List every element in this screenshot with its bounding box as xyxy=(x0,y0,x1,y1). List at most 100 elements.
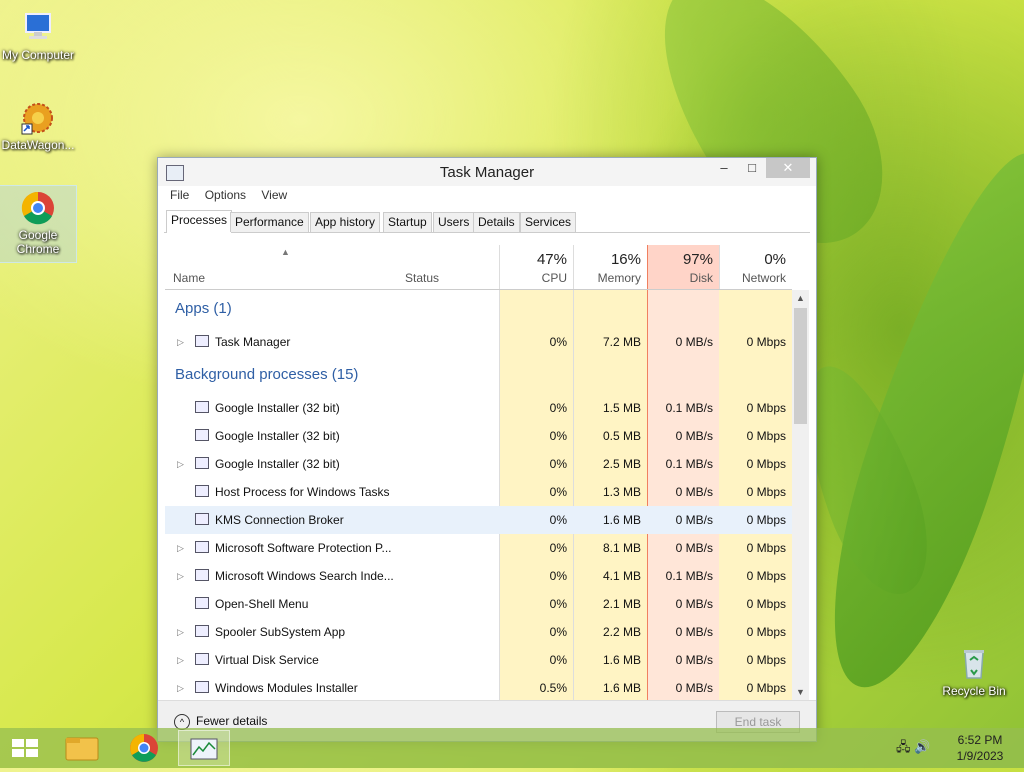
process-name: Google Installer (32 bit) xyxy=(215,457,340,471)
tab-startup[interactable]: Startup xyxy=(383,212,432,232)
chrome-icon xyxy=(20,190,56,226)
process-icon xyxy=(195,569,209,581)
cpu-percent: 47% xyxy=(536,251,567,268)
process-icon xyxy=(195,485,209,497)
column-name[interactable]: Name xyxy=(173,271,205,285)
cpu-label: CPU xyxy=(541,271,567,285)
tab-processes[interactable]: Processes xyxy=(166,210,233,233)
close-button[interactable]: ✕ xyxy=(766,158,810,178)
tab-app-history[interactable]: App history xyxy=(310,212,381,232)
scroll-up-icon[interactable]: ▲ xyxy=(792,290,809,306)
network-icon[interactable]: 🖧 xyxy=(896,739,911,754)
desktop-icon-label: My Computer xyxy=(1,48,75,62)
process-network-value: 0 Mbps xyxy=(746,401,786,415)
process-name: Spooler SubSystem App xyxy=(215,625,346,639)
expand-arrow-icon[interactable]: ▷ xyxy=(177,534,184,562)
tab-services[interactable]: Services xyxy=(520,212,577,232)
clock-date: 1/9/2023 xyxy=(956,749,1004,763)
column-memory[interactable]: 16% Memory xyxy=(573,245,647,289)
process-name: Open-Shell Menu xyxy=(215,597,309,611)
process-network-value: 0 Mbps xyxy=(746,597,786,611)
process-icon xyxy=(195,513,209,525)
process-icon xyxy=(195,457,209,469)
column-header: ▲ Name Status 47% CPU 16% Memory 97% Dis… xyxy=(165,245,792,290)
windows-logo-icon xyxy=(12,739,38,757)
title-bar[interactable]: Task Manager – □ ✕ xyxy=(158,158,816,186)
vertical-scrollbar[interactable]: ▲ ▼ xyxy=(792,290,809,700)
desktop-icon-label: DataWagon... xyxy=(1,138,75,152)
start-button[interactable] xyxy=(0,730,52,766)
process-icon xyxy=(195,681,209,693)
process-disk-value: 0 MB/s xyxy=(675,541,713,555)
process-memory-value: 1.5 MB xyxy=(602,401,641,415)
process-row[interactable]: Open-Shell Menu 0% 2.1 MB 0 MB/s 0 Mbps xyxy=(165,590,792,618)
process-cpu-value: 0% xyxy=(549,457,567,471)
disk-label: Disk xyxy=(689,271,713,285)
process-row[interactable]: ▷ Spooler SubSystem App 0% 2.2 MB 0 MB/s 0 Mb… xyxy=(165,618,792,646)
computer-icon xyxy=(20,10,56,46)
menu-options[interactable]: Options xyxy=(205,188,246,202)
process-network-value: 0 Mbps xyxy=(746,653,786,667)
process-row[interactable]: ▷ Task Manager 0% 7.2 MB 0 MB/s 0 Mbps xyxy=(165,328,792,356)
sort-arrow-icon: ▲ xyxy=(281,247,290,257)
process-disk-value: 0 MB/s xyxy=(675,429,713,443)
expand-arrow-icon[interactable]: ▷ xyxy=(177,618,184,646)
column-cpu[interactable]: 47% CPU xyxy=(499,245,573,289)
tab-details[interactable]: Details xyxy=(473,212,520,232)
task-manager-window: Task Manager – □ ✕ File Options View Pro… xyxy=(157,157,817,742)
process-name: Host Process for Windows Tasks xyxy=(215,485,390,499)
process-row[interactable]: ▷ Windows Modules Installer 0.5% 1.6 MB 0 MB… xyxy=(165,674,792,700)
process-row[interactable]: ▷ Microsoft Windows Search Inde... 0% 4.1 M… xyxy=(165,562,792,590)
process-memory-value: 1.3 MB xyxy=(602,485,641,499)
maximize-button[interactable]: □ xyxy=(738,158,766,178)
process-row[interactable]: Host Process for Windows Tasks 0% 1.3 MB 0 … xyxy=(165,478,792,506)
process-cpu-value: 0% xyxy=(549,597,567,611)
network-percent: 0% xyxy=(764,251,786,268)
process-cpu-value: 0% xyxy=(549,429,567,443)
process-disk-value: 0.1 MB/s xyxy=(665,569,713,583)
process-icon xyxy=(195,625,209,637)
column-status[interactable]: Status xyxy=(405,271,439,285)
expand-arrow-icon[interactable]: ▷ xyxy=(177,646,184,674)
desktop-icon-my-computer[interactable]: My Computer xyxy=(0,6,76,62)
process-memory-value: 1.6 MB xyxy=(602,513,641,527)
process-cpu-value: 0% xyxy=(549,485,567,499)
process-name: Virtual Disk Service xyxy=(215,653,319,667)
scroll-thumb[interactable] xyxy=(794,308,807,424)
volume-icon[interactable]: 🔊 xyxy=(914,739,930,754)
process-row[interactable]: KMS Connection Broker 0% 1.6 MB 0 MB/s 0 Mbp… xyxy=(165,506,792,534)
process-name: Windows Modules Installer xyxy=(215,681,358,695)
tab-users[interactable]: Users xyxy=(433,212,475,232)
desktop-icon-google-chrome[interactable]: Google Chrome xyxy=(0,185,77,263)
process-icon xyxy=(195,335,209,347)
minimize-button[interactable]: – xyxy=(710,158,738,178)
expand-arrow-icon[interactable]: ▷ xyxy=(177,674,184,700)
process-network-value: 0 Mbps xyxy=(746,569,786,583)
clock[interactable]: 6:52 PM 1/9/2023 xyxy=(950,732,1010,764)
taskbar-task-manager[interactable] xyxy=(178,730,230,766)
taskbar-file-explorer[interactable] xyxy=(56,730,108,766)
process-list: Apps (1) Background processes (15) ▷ Task… xyxy=(165,290,792,700)
process-network-value: 0 Mbps xyxy=(746,429,786,443)
process-cpu-value: 0% xyxy=(549,401,567,415)
expand-arrow-icon[interactable]: ▷ xyxy=(177,328,184,356)
expand-arrow-icon[interactable]: ▷ xyxy=(177,562,184,590)
taskbar-chrome[interactable] xyxy=(118,730,170,766)
desktop-icon-datawagon[interactable]: DataWagon... xyxy=(0,96,76,152)
tab-performance[interactable]: Performance xyxy=(230,212,309,232)
expand-arrow-icon[interactable]: ▷ xyxy=(177,450,184,478)
process-row[interactable]: ▷ Virtual Disk Service 0% 1.6 MB 0 MB/s 0 Mbp… xyxy=(165,646,792,674)
menu-file[interactable]: File xyxy=(170,188,189,202)
column-network[interactable]: 0% Network xyxy=(719,245,792,289)
scroll-down-icon[interactable]: ▼ xyxy=(792,684,809,700)
process-row[interactable]: Google Installer (32 bit) 0% 1.5 MB 0.1 MB/… xyxy=(165,394,792,422)
menu-view[interactable]: View xyxy=(261,188,287,202)
process-row[interactable]: ▷ Google Installer (32 bit) 0% 2.5 MB 0.1 MB… xyxy=(165,450,792,478)
process-row[interactable]: Google Installer (32 bit) 0% 0.5 MB 0 MB/s 0… xyxy=(165,422,792,450)
group-background-processes[interactable]: Background processes (15) xyxy=(175,366,358,383)
group-apps[interactable]: Apps (1) xyxy=(175,300,232,317)
desktop-icon-recycle-bin[interactable]: Recycle Bin xyxy=(936,642,1012,698)
column-disk[interactable]: 97% Disk xyxy=(647,245,719,289)
process-row[interactable]: ▷ Microsoft Software Protection P... 0% 8.1… xyxy=(165,534,792,562)
process-name: Google Installer (32 bit) xyxy=(215,401,340,415)
